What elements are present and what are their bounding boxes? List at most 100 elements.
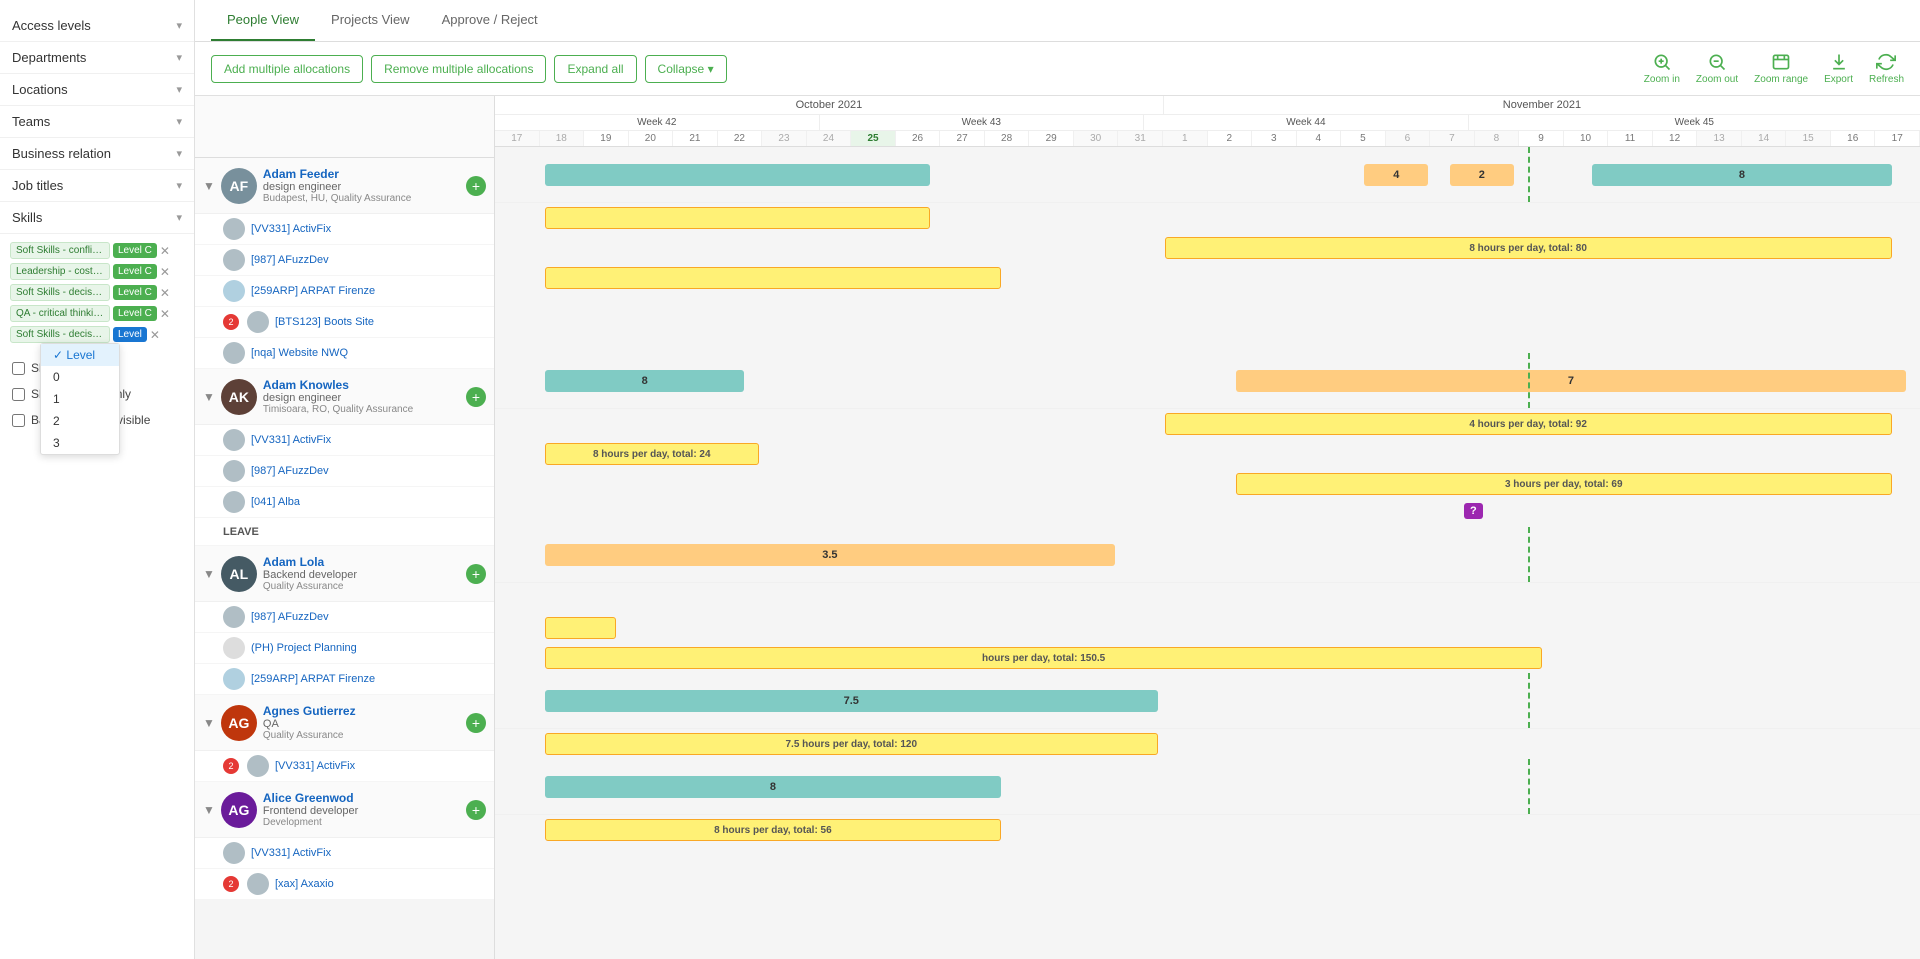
bar-row-agnes-gutierrez: 7.5	[495, 673, 1920, 729]
project-name-987-feeder[interactable]: [987] AFuzzDev	[251, 254, 329, 266]
skill-remove-btn-1[interactable]: ✕	[160, 266, 170, 278]
day-cell-16: 16	[1831, 131, 1876, 146]
skill-level-btn-4[interactable]: Level	[113, 327, 147, 342]
bar-feeder-teal[interactable]	[545, 164, 930, 186]
person-location-agnes-gutierrez: Quality Assurance	[263, 730, 460, 741]
sidebar-filter-locations[interactable]: Locations ▾	[0, 74, 194, 106]
sidebar-filter-departments[interactable]: Departments ▾	[0, 42, 194, 74]
bar-agnes-teal[interactable]: 7.5	[545, 690, 1158, 712]
chevron-down-icon: ▾	[176, 51, 182, 64]
skill-level-btn-3[interactable]: Level C	[113, 306, 157, 321]
project-name-xax-alice[interactable]: [xax] Axaxio	[275, 878, 334, 890]
collapse-button[interactable]: Collapse ▾	[645, 55, 727, 83]
project-name-vv331-feeder[interactable]: [VV331] ActivFix	[251, 223, 331, 235]
project-avatar-arpat-lola	[223, 668, 245, 690]
tab-people-view[interactable]: People View	[211, 0, 315, 41]
sidebar-filter-teams[interactable]: Teams ▾	[0, 106, 194, 138]
bar-knowles-teal[interactable]: 8	[545, 370, 745, 392]
skill-chip-0: Soft Skills - conflict r... Level C ✕	[10, 242, 184, 259]
chevron-down-icon: ▾	[176, 211, 182, 224]
bar-feeder-orange1[interactable]: 4	[1364, 164, 1428, 186]
show-hours-input[interactable]	[12, 362, 25, 375]
person-role-adam-knowles: design engineer	[263, 392, 460, 404]
dropdown-item-1[interactable]: 1	[41, 388, 119, 410]
day-cell-15: 15	[1786, 131, 1831, 146]
project-avatar-nqa-feeder	[223, 342, 245, 364]
day-cell-7: 7	[1430, 131, 1475, 146]
project-name-nqa-feeder[interactable]: [nqa] Website NWQ	[251, 347, 348, 359]
sidebar-filter-job-titles[interactable]: Job titles ▾	[0, 170, 194, 202]
skill-level-btn-0[interactable]: Level C	[113, 243, 157, 258]
add-multiple-allocations-button[interactable]: Add multiple allocations	[211, 55, 363, 83]
project-row-alba-knowles: [041] Alba	[195, 487, 494, 518]
project-name-vv331-agnes[interactable]: [VV331] ActivFix	[275, 760, 355, 772]
skill-remove-btn-0[interactable]: ✕	[160, 245, 170, 257]
remove-multiple-allocations-button[interactable]: Remove multiple allocations	[371, 55, 546, 83]
day-cell-4: 4	[1297, 131, 1342, 146]
add-allocation-agnes-gutierrez[interactable]: +	[466, 713, 486, 733]
bar-arpat-feeder[interactable]	[545, 267, 1001, 289]
bar-vv331-feeder[interactable]	[545, 207, 930, 229]
skill-level-btn-1[interactable]: Level C	[113, 264, 157, 279]
zoom-range-button[interactable]: Zoom range	[1754, 52, 1808, 85]
sidebar-filter-business-relation[interactable]: Business relation ▾	[0, 138, 194, 170]
bar-feeder-orange2[interactable]: 2	[1450, 164, 1514, 186]
project-name-alba-knowles[interactable]: [041] Alba	[251, 496, 300, 508]
project-name-arpat-feeder[interactable]: [259ARP] ARPAT Firenze	[251, 285, 375, 297]
bar-afuzzdev-knowles[interactable]: 8 hours per day, total: 24	[545, 443, 759, 465]
refresh-button[interactable]: Refresh	[1869, 52, 1904, 85]
skill-remove-btn-3[interactable]: ✕	[160, 308, 170, 320]
dropdown-item-3[interactable]: 3	[41, 432, 119, 454]
expand-icon-agnes-gutierrez[interactable]: ▼	[203, 716, 215, 730]
sidebar-filter-access-levels[interactable]: Access levels ▾	[0, 10, 194, 42]
skill-chip-label-2: Soft Skills - decision m...	[10, 284, 110, 301]
bar-alba-knowles[interactable]: 3 hours per day, total: 69	[1236, 473, 1892, 495]
add-allocation-adam-lola[interactable]: +	[466, 564, 486, 584]
project-name-987-lola[interactable]: [987] AFuzzDev	[251, 611, 329, 623]
expand-icon-adam-knowles[interactable]: ▼	[203, 390, 215, 404]
dropdown-item-2[interactable]: 2	[41, 410, 119, 432]
day-cell-14: 14	[1742, 131, 1787, 146]
bar-lola-orange[interactable]: 3.5	[545, 544, 1115, 566]
zoom-out-button[interactable]: Zoom out	[1696, 52, 1738, 85]
show-backlog-input[interactable]	[12, 388, 25, 401]
person-name-agnes-gutierrez: Agnes Gutierrez	[263, 704, 460, 718]
expand-icon-adam-feeder[interactable]: ▼	[203, 179, 215, 193]
bar-vv331-knowles[interactable]: 4 hours per day, total: 92	[1165, 413, 1892, 435]
bar-feeder-teal2[interactable]: 8	[1592, 164, 1891, 186]
project-name-987-knowles[interactable]: [987] AFuzzDev	[251, 465, 329, 477]
day-cell-30: 30	[1074, 131, 1119, 146]
bar-vv331-alice[interactable]: 8 hours per day, total: 56	[545, 819, 1001, 841]
dropdown-item-0[interactable]: 0	[41, 366, 119, 388]
bar-alice-teal[interactable]: 8	[545, 776, 1001, 798]
expand-icon-adam-lola[interactable]: ▼	[203, 567, 215, 581]
project-name-vv331-alice[interactable]: [VV331] ActivFix	[251, 847, 331, 859]
sidebar-filter-access-levels-label: Access levels	[12, 18, 91, 33]
add-allocation-adam-knowles[interactable]: +	[466, 387, 486, 407]
expand-all-button[interactable]: Expand all	[554, 55, 636, 83]
backlog-visible-input[interactable]	[12, 414, 25, 427]
bar-vv331-agnes[interactable]: 7.5 hours per day, total: 120	[545, 733, 1158, 755]
tab-approve-reject[interactable]: Approve / Reject	[426, 0, 554, 41]
tab-projects-view[interactable]: Projects View	[315, 0, 426, 41]
add-allocation-adam-feeder[interactable]: +	[466, 176, 486, 196]
bar-ph-lola[interactable]	[545, 617, 616, 639]
skill-remove-btn-2[interactable]: ✕	[160, 287, 170, 299]
skill-level-btn-2[interactable]: Level C	[113, 285, 157, 300]
bar-afuzzdev-feeder[interactable]: 8 hours per day, total: 80	[1165, 237, 1892, 259]
bar-arpat-lola[interactable]: hours per day, total: 150.5	[545, 647, 1543, 669]
project-name-arpat-lola[interactable]: [259ARP] ARPAT Firenze	[251, 673, 375, 685]
skill-remove-btn-4[interactable]: ✕	[150, 329, 160, 341]
zoom-range-icon	[1771, 52, 1791, 72]
project-name-ph-lola[interactable]: (PH) Project Planning	[251, 642, 357, 654]
dropdown-item-level[interactable]: ✓ Level	[41, 344, 119, 366]
export-button[interactable]: Export	[1824, 52, 1853, 85]
bar-knowles-orange[interactable]: 7	[1236, 370, 1906, 392]
add-allocation-alice-greenwod[interactable]: +	[466, 800, 486, 820]
project-name-vv331-knowles[interactable]: [VV331] ActivFix	[251, 434, 331, 446]
zoom-in-button[interactable]: Zoom in	[1644, 52, 1680, 85]
person-group-agnes-gutierrez: ▼ AG Agnes Gutierrez QA Quality Assuranc…	[195, 695, 494, 782]
expand-icon-alice-greenwod[interactable]: ▼	[203, 803, 215, 817]
sidebar-filter-skills[interactable]: Skills ▾	[0, 202, 194, 234]
project-name-boots-feeder[interactable]: [BTS123] Boots Site	[275, 316, 374, 328]
